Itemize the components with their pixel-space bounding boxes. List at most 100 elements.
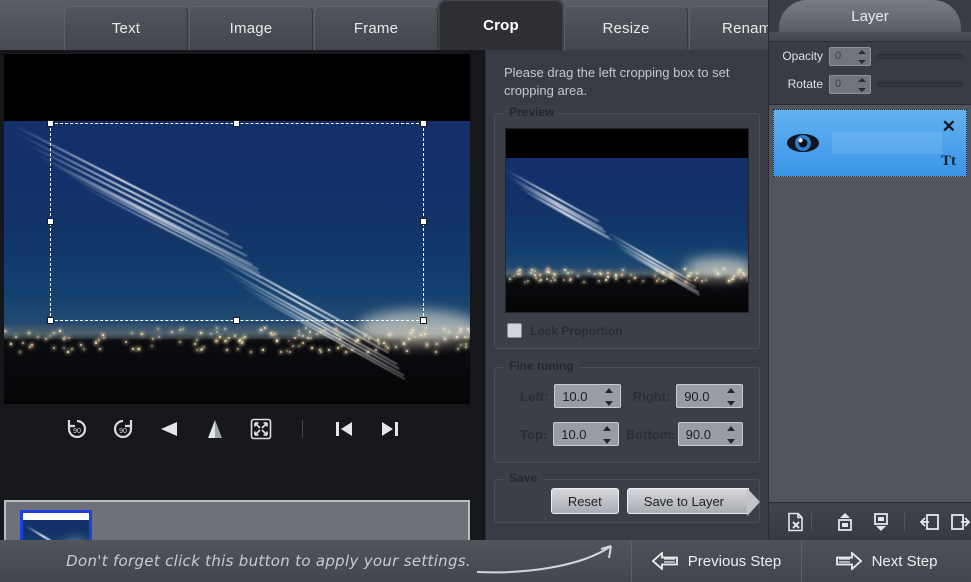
city-light	[513, 275, 515, 277]
bottom-label: Bottom:	[625, 427, 676, 442]
crop-handle-bottom-center[interactable]	[233, 317, 240, 324]
rotate-slider[interactable]	[877, 82, 963, 87]
tab-frame[interactable]: Frame	[314, 6, 438, 50]
left-increment-arrow[interactable]	[605, 388, 613, 393]
city-light	[615, 278, 617, 280]
bottom-decrement-arrow[interactable]	[727, 439, 735, 444]
move-layer-up-icon[interactable]	[834, 507, 856, 537]
top-spinner-arrows[interactable]	[603, 426, 612, 444]
rotate-spinner-arrows[interactable]	[858, 78, 866, 92]
crop-handle-top-center[interactable]	[233, 120, 240, 127]
crop-handle-bottom-left[interactable]	[47, 317, 54, 324]
right-decrement-arrow[interactable]	[727, 401, 735, 406]
bottom-spinner[interactable]: 90.0	[678, 422, 743, 446]
city-light	[244, 336, 246, 338]
opacity-spinner-arrows[interactable]	[858, 50, 866, 64]
eye-icon[interactable]	[786, 132, 820, 154]
rotate-decrement-arrow[interactable]	[858, 88, 866, 92]
city-light	[546, 278, 548, 280]
delete-layer-icon[interactable]	[785, 507, 807, 537]
text-layer-icon[interactable]: Tt	[941, 153, 956, 170]
image-canvas[interactable]	[4, 54, 470, 404]
tab-image[interactable]: Image	[189, 6, 313, 50]
city-light	[95, 341, 97, 343]
crop-handle-top-right[interactable]	[420, 120, 427, 127]
city-light	[137, 348, 139, 350]
lock-proportion-row[interactable]: Lock Proportion	[495, 323, 759, 348]
left-decrement-arrow[interactable]	[605, 401, 613, 406]
previous-step-button[interactable]: Previous Step	[631, 540, 801, 582]
crop-handle-top-left[interactable]	[47, 120, 54, 127]
city-light	[546, 271, 548, 273]
city-light	[670, 273, 672, 275]
city-light	[264, 327, 266, 329]
crop-handle-middle-left[interactable]	[47, 218, 54, 225]
left-value: 10.0	[555, 389, 587, 404]
tab-crop[interactable]: Crop	[439, 0, 563, 50]
right-spinner-arrows[interactable]	[727, 388, 736, 406]
city-light	[696, 277, 698, 279]
city-light	[740, 277, 742, 279]
rotate-spinner[interactable]: 0	[829, 75, 871, 94]
save-group: Save Reset Save to Layer	[494, 479, 760, 523]
next-step-button[interactable]: Next Step	[801, 540, 971, 582]
right-spinner[interactable]: 90.0	[676, 384, 743, 408]
rotate-left-90-icon[interactable]: 90	[54, 412, 100, 446]
import-layer-icon[interactable]	[919, 507, 941, 537]
city-light	[171, 331, 173, 333]
save-group-title: Save	[503, 471, 543, 485]
tab-resize[interactable]: Resize	[564, 6, 688, 50]
city-light	[132, 348, 134, 350]
right-label: Right:	[627, 389, 670, 404]
city-light	[535, 277, 537, 279]
crop-handle-middle-right[interactable]	[420, 218, 427, 225]
next-image-icon[interactable]	[367, 412, 413, 446]
city-light	[237, 348, 239, 350]
previous-image-icon[interactable]	[321, 412, 367, 446]
city-light	[367, 351, 369, 353]
city-light	[563, 279, 565, 281]
rotate-right-90-icon[interactable]: 90	[100, 412, 146, 446]
layer-list-item[interactable]: ✕ Tt	[773, 109, 967, 177]
city-light	[53, 332, 55, 334]
city-light	[15, 336, 17, 338]
layer-name-field[interactable]	[832, 132, 942, 154]
city-light	[10, 343, 12, 345]
city-light	[194, 343, 196, 345]
city-light	[577, 275, 579, 277]
bottom-spinner-arrows[interactable]	[727, 426, 736, 444]
crop-selection-box[interactable]	[51, 124, 424, 320]
top-decrement-arrow[interactable]	[603, 439, 611, 444]
opacity-slider[interactable]	[877, 54, 963, 59]
layer-panel-tab[interactable]: Layer	[779, 0, 961, 32]
crop-handle-bottom-right[interactable]	[420, 317, 427, 324]
city-light	[395, 346, 397, 348]
reset-button[interactable]: Reset	[551, 488, 619, 514]
opacity-increment-arrow[interactable]	[858, 50, 866, 54]
lock-proportion-checkbox[interactable]	[507, 323, 522, 338]
left-spinner[interactable]: 10.0	[554, 384, 621, 408]
fit-to-screen-icon[interactable]	[238, 412, 284, 446]
export-layer-icon[interactable]	[949, 507, 971, 537]
city-light	[63, 347, 65, 349]
save-to-layer-button[interactable]: Save to Layer	[627, 488, 749, 514]
flip-vertical-icon[interactable]	[192, 412, 238, 446]
city-light	[457, 348, 459, 350]
crop-preview-image	[505, 128, 749, 313]
opacity-value: 0	[830, 50, 841, 62]
bottom-increment-arrow[interactable]	[727, 426, 735, 431]
layer-list[interactable]: ✕ Tt	[769, 104, 971, 502]
rotate-increment-arrow[interactable]	[858, 78, 866, 82]
opacity-decrement-arrow[interactable]	[858, 60, 866, 64]
opacity-spinner[interactable]: 0	[829, 47, 871, 66]
right-increment-arrow[interactable]	[727, 388, 735, 393]
close-icon[interactable]: ✕	[942, 118, 956, 135]
left-spinner-arrows[interactable]	[605, 388, 614, 406]
move-layer-down-icon[interactable]	[870, 507, 892, 537]
flip-horizontal-icon[interactable]	[146, 412, 192, 446]
top-increment-arrow[interactable]	[603, 426, 611, 431]
top-spinner[interactable]: 10.0	[553, 422, 618, 446]
tab-text[interactable]: Text	[64, 6, 188, 50]
city-light	[583, 281, 585, 283]
city-light	[292, 345, 294, 347]
